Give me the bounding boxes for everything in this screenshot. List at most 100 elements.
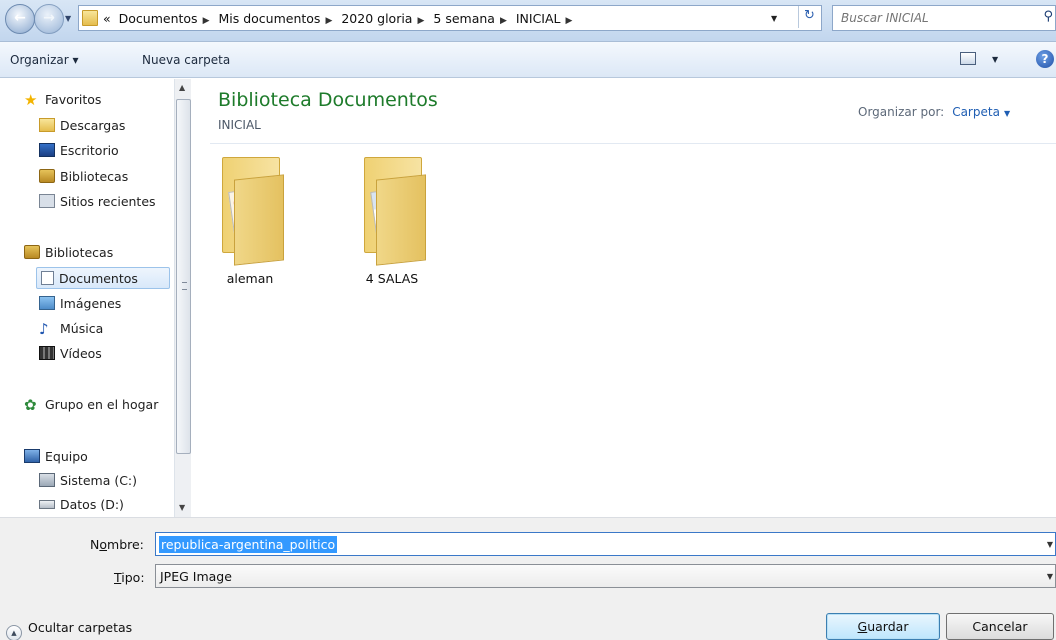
chevron-right-icon[interactable]: ▶: [566, 16, 573, 26]
nav-musica[interactable]: ♪ Música: [39, 318, 173, 340]
computer-icon: [24, 449, 40, 463]
file-type-label: Tipo:: [114, 570, 145, 585]
nav-label: Música: [60, 321, 104, 336]
file-name-label: Nombre:: [90, 537, 144, 552]
chevron-right-icon[interactable]: ▶: [417, 16, 424, 26]
file-type-select[interactable]: JPEG Image ▼: [155, 564, 1056, 588]
scroll-down-icon[interactable]: ▼: [179, 503, 185, 512]
cancel-button[interactable]: Cancelar: [946, 613, 1054, 640]
library-title: Biblioteca Documentos: [218, 89, 438, 111]
nav-sistema-c[interactable]: Sistema (C:): [39, 470, 173, 492]
recent-places-icon: [39, 194, 55, 208]
nav-escritorio[interactable]: Escritorio: [39, 140, 173, 162]
scrollbar-thumb[interactable]: [176, 99, 191, 454]
nav-label: Documentos: [59, 271, 138, 286]
nav-label: Bibliotecas: [60, 169, 129, 184]
divider: [210, 143, 1056, 144]
search-box[interactable]: ⚲: [832, 5, 1056, 31]
nav-label: Equipo: [45, 449, 88, 464]
nav-label: Grupo en el hogar: [45, 397, 159, 412]
breadcrumb-5-semana[interactable]: 5 semana: [433, 11, 495, 26]
content-pane: Biblioteca Documentos INICIAL Organizar …: [192, 79, 1056, 517]
forward-button[interactable]: →: [34, 4, 64, 34]
nav-homegroup[interactable]: ✿ Grupo en el hogar: [24, 394, 173, 416]
address-toolbar: ← → ▼ « Documentos ▶ Mis documentos ▶ 2020…: [0, 0, 1056, 42]
new-folder-button[interactable]: Nueva carpeta: [142, 53, 230, 67]
label-accesskey: G: [857, 619, 868, 634]
nav-label: Sitios recientes: [60, 194, 156, 209]
hide-folders-label: Ocultar carpetas: [28, 620, 133, 635]
homegroup-icon: ✿: [24, 396, 37, 414]
folder-label: aleman: [226, 271, 274, 286]
nav-bibliotecas-fav[interactable]: Bibliotecas: [39, 166, 173, 188]
music-icon: ♪: [39, 320, 49, 338]
pictures-icon: [39, 296, 55, 310]
recent-pages-dropdown[interactable]: ▼: [65, 14, 71, 23]
folder-item-aleman[interactable]: aleman: [194, 149, 306, 289]
nav-label: Datos (D:): [60, 497, 124, 512]
folder-item-4-salas[interactable]: 4 SALAS: [336, 149, 448, 289]
breadcrumb-mis-documentos[interactable]: Mis documentos: [218, 11, 320, 26]
nav-bibliotecas[interactable]: Bibliotecas: [24, 242, 173, 264]
breadcrumb: « Documentos ▶ Mis documentos ▶ 2020 glori…: [103, 11, 577, 26]
navigation-pane: ★ Favoritos Descargas Escritorio Bibliote…: [0, 79, 173, 517]
nav-imagenes[interactable]: Imágenes: [39, 293, 173, 315]
nav-equipo[interactable]: Equipo: [24, 446, 173, 468]
breadcrumb-overflow[interactable]: «: [103, 11, 111, 26]
view-dropdown-icon[interactable]: ▼: [992, 55, 998, 64]
nav-documentos[interactable]: Documentos: [36, 267, 170, 289]
file-name-field[interactable]: republica-argentina_politico ▼: [155, 532, 1056, 556]
nav-sitios-recientes[interactable]: Sitios recientes: [39, 191, 173, 213]
nav-label: Bibliotecas: [45, 245, 114, 260]
label-part: ipo:: [121, 570, 145, 585]
chevron-right-icon[interactable]: ▶: [203, 16, 210, 26]
nav-scrollbar[interactable]: ▲ ▼: [174, 79, 191, 517]
address-dropdown-icon[interactable]: ▼: [771, 14, 777, 23]
nav-descargas[interactable]: Descargas: [39, 115, 173, 137]
arrange-by-label: Organizar por:: [858, 105, 945, 119]
nav-videos[interactable]: Vídeos: [39, 343, 173, 365]
downloads-icon: [39, 118, 55, 132]
command-bar: Organizar ▾ Nueva carpeta ▼ ?: [0, 42, 1056, 78]
arrange-by-value[interactable]: Carpeta: [952, 105, 1000, 119]
chevron-down-icon[interactable]: ▼: [1047, 572, 1053, 581]
address-bar[interactable]: « Documentos ▶ Mis documentos ▶ 2020 glori…: [78, 5, 822, 31]
file-name-value[interactable]: republica-argentina_politico: [159, 536, 338, 553]
folder-icon: [82, 10, 98, 26]
breadcrumb-2020-gloria[interactable]: 2020 gloria: [341, 11, 412, 26]
chevron-right-icon[interactable]: ▶: [325, 16, 332, 26]
nav-label: Sistema (C:): [60, 473, 138, 488]
desktop-icon: [39, 143, 55, 157]
back-button[interactable]: ←: [5, 4, 35, 34]
refresh-icon[interactable]: ↻: [798, 6, 820, 28]
save-button[interactable]: Guardar: [826, 613, 940, 640]
folder-icon: [234, 174, 284, 266]
nav-favorites[interactable]: ★ Favoritos: [24, 89, 173, 111]
view-options-icon[interactable]: [960, 52, 976, 65]
drive-c-icon: [39, 473, 55, 487]
hide-folders-toggle[interactable]: ▲ Ocultar carpetas: [6, 620, 132, 640]
folder-icon: [376, 174, 426, 266]
scroll-up-icon[interactable]: ▲: [179, 83, 185, 92]
help-icon[interactable]: ?: [1036, 50, 1054, 68]
drive-d-icon: [39, 500, 55, 509]
grip-icon: [182, 282, 187, 290]
library-icon: [24, 245, 40, 259]
chevron-down-icon[interactable]: ▼: [1004, 109, 1010, 118]
save-label: uardar: [867, 619, 909, 634]
breadcrumb-inicial[interactable]: INICIAL: [516, 11, 561, 26]
organize-button[interactable]: Organizar ▾: [10, 53, 79, 67]
search-icon[interactable]: ⚲: [1043, 9, 1053, 24]
nav-label: Descargas: [60, 118, 126, 133]
breadcrumb-documentos[interactable]: Documentos: [119, 11, 198, 26]
search-input[interactable]: [833, 6, 1055, 30]
star-icon: ★: [24, 91, 38, 109]
chevron-down-icon[interactable]: ▼: [1047, 540, 1053, 549]
file-type-value: JPEG Image: [160, 569, 232, 584]
chevron-right-icon[interactable]: ▶: [500, 16, 507, 26]
document-icon: [41, 271, 54, 285]
library-subtitle: INICIAL: [218, 118, 261, 132]
nav-datos-d[interactable]: Datos (D:): [39, 494, 173, 516]
save-form: Nombre: republica-argentina_politico ▼ T…: [0, 517, 1056, 640]
label-accesskey: o: [99, 537, 108, 552]
